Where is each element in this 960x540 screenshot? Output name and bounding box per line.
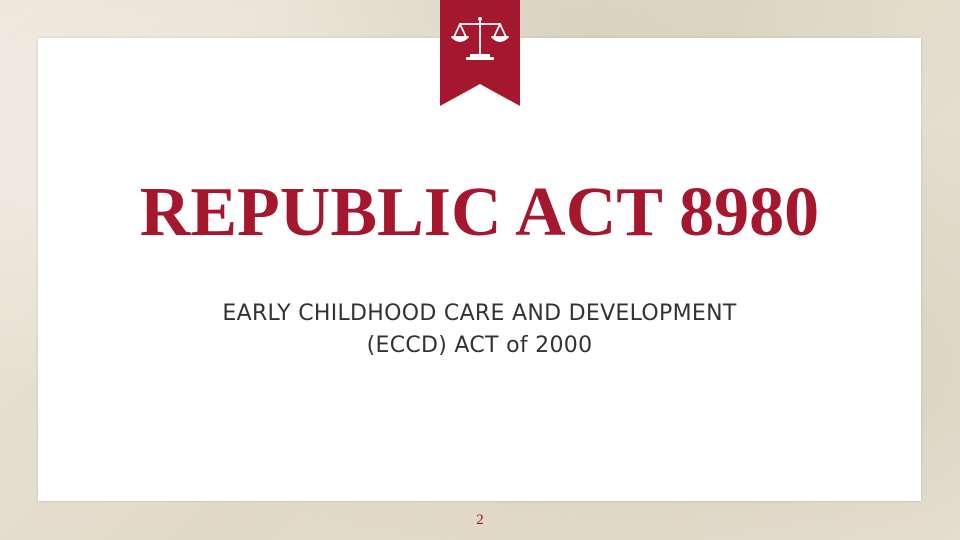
slide-title: REPUBLIC ACT 8980 (139, 174, 820, 251)
ribbon-shape (440, 0, 520, 106)
slide-subtitle: EARLY CHILDHOOD CARE AND DEVELOPMENT (EC… (38, 298, 921, 362)
slide-content-panel (38, 38, 921, 501)
ribbon-banner (440, 0, 520, 106)
subtitle-line-1: EARLY CHILDHOOD CARE AND DEVELOPMENT (222, 301, 737, 326)
subtitle-line-2: (ECCD) ACT of 2000 (366, 333, 593, 358)
page-number: 2 (476, 512, 484, 528)
